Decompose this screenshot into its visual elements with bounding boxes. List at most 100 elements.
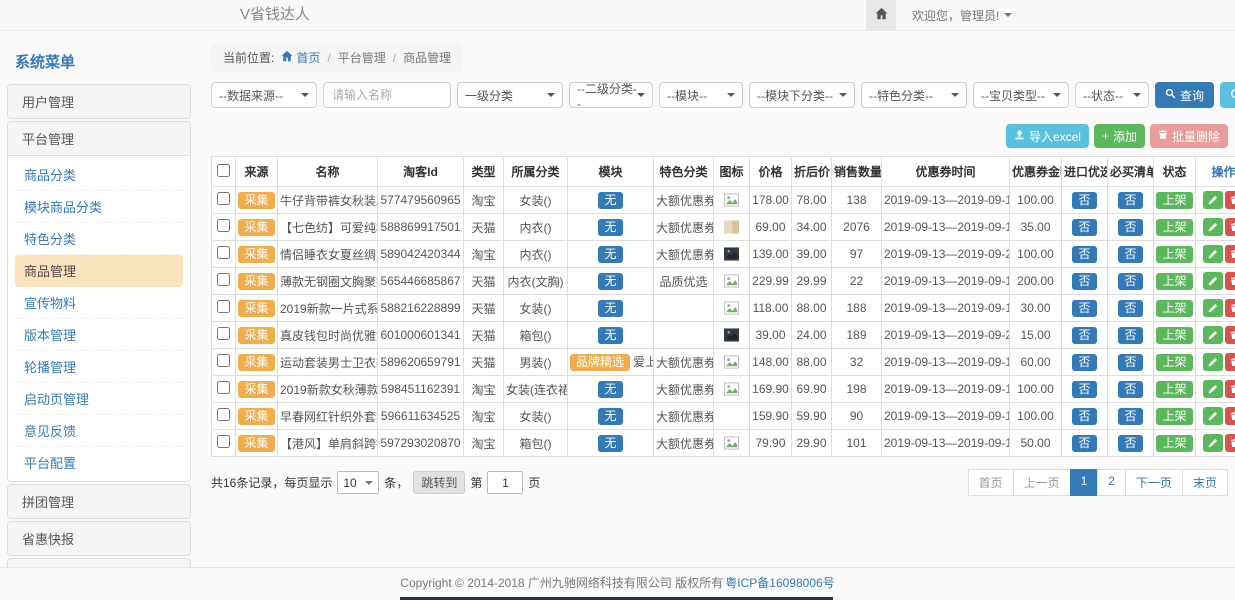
must-buy-badge[interactable]: 否 — [1118, 273, 1142, 290]
must-buy-badge[interactable]: 否 — [1118, 219, 1142, 236]
filter-select-2[interactable]: 一级分类 — [457, 82, 563, 108]
must-buy-badge[interactable]: 否 — [1118, 408, 1142, 425]
must-buy-badge[interactable]: 否 — [1118, 300, 1142, 317]
delete-button[interactable] — [1225, 218, 1235, 236]
reset-button[interactable]: 重置 — [1220, 82, 1235, 108]
filter-select-4[interactable]: --模块-- — [659, 82, 743, 108]
delete-button[interactable] — [1225, 245, 1235, 263]
breadcrumb-item[interactable]: 商品管理 — [403, 49, 451, 66]
breadcrumb-item[interactable]: 平台管理 — [338, 49, 386, 66]
edit-button[interactable] — [1203, 434, 1223, 452]
row-checkbox[interactable] — [217, 381, 230, 394]
sidebar-subitem[interactable]: 特色分类 — [15, 223, 183, 255]
pager-2[interactable]: 2 — [1097, 469, 1126, 496]
import-badge[interactable]: 否 — [1072, 327, 1096, 344]
edit-button[interactable] — [1203, 245, 1223, 263]
sidebar-subitem[interactable]: 启动页管理 — [15, 383, 183, 415]
row-checkbox[interactable] — [217, 192, 230, 205]
import-excel-button[interactable]: 导入excel — [1006, 124, 1089, 148]
status-badge[interactable]: 上架 — [1156, 408, 1192, 425]
status-badge[interactable]: 上架 — [1156, 327, 1192, 344]
row-checkbox[interactable] — [217, 219, 230, 232]
sidebar-item-1[interactable]: 平台管理 — [8, 122, 190, 155]
search-button[interactable]: 查询 — [1155, 82, 1214, 108]
edit-button[interactable] — [1203, 272, 1223, 290]
row-checkbox[interactable] — [217, 273, 230, 286]
row-checkbox[interactable] — [217, 300, 230, 313]
sidebar-subitem[interactable]: 轮播管理 — [15, 351, 183, 383]
delete-button[interactable] — [1225, 434, 1235, 452]
filter-select-3[interactable]: --二级分类-- — [569, 82, 653, 108]
sidebar-subitem[interactable]: 商品分类 — [15, 159, 183, 191]
edit-button[interactable] — [1203, 380, 1223, 398]
delete-button[interactable] — [1225, 407, 1235, 425]
sidebar-subitem[interactable]: 商品管理 — [15, 255, 183, 287]
edit-button[interactable] — [1203, 407, 1223, 425]
import-badge[interactable]: 否 — [1072, 192, 1096, 209]
user-menu[interactable]: 欢迎您，管理员! — [912, 7, 1012, 24]
sidebar-subitem[interactable]: 平台配置 — [15, 447, 183, 478]
delete-button[interactable] — [1225, 272, 1235, 290]
icp-link[interactable]: 粤ICP备16098006号 — [725, 574, 834, 591]
delete-button[interactable] — [1225, 299, 1235, 317]
import-badge[interactable]: 否 — [1072, 435, 1096, 452]
status-badge[interactable]: 上架 — [1156, 300, 1192, 317]
import-badge[interactable]: 否 — [1072, 381, 1096, 398]
must-buy-badge[interactable]: 否 — [1118, 192, 1142, 209]
must-buy-badge[interactable]: 否 — [1118, 381, 1142, 398]
status-badge[interactable]: 上架 — [1156, 435, 1192, 452]
filter-select-0[interactable]: --数据来源-- — [211, 82, 317, 108]
import-badge[interactable]: 否 — [1072, 408, 1096, 425]
status-badge[interactable]: 上架 — [1156, 381, 1192, 398]
sidebar-item-2[interactable]: 拼团管理 — [8, 485, 190, 518]
row-checkbox[interactable] — [217, 408, 230, 421]
edit-button[interactable] — [1203, 299, 1223, 317]
row-checkbox[interactable] — [217, 354, 230, 367]
pager-首页[interactable]: 首页 — [968, 469, 1014, 496]
status-badge[interactable]: 上架 — [1156, 192, 1192, 209]
filter-select-8[interactable]: --状态-- — [1075, 82, 1149, 108]
must-buy-badge[interactable]: 否 — [1118, 246, 1142, 263]
pager-下一页[interactable]: 下一页 — [1125, 469, 1183, 496]
edit-button[interactable] — [1203, 326, 1223, 344]
must-buy-badge[interactable]: 否 — [1118, 354, 1142, 371]
select-all-checkbox[interactable] — [217, 164, 230, 177]
per-page-select[interactable]: 10 — [337, 471, 379, 494]
status-badge[interactable]: 上架 — [1156, 273, 1192, 290]
edit-button[interactable] — [1203, 353, 1223, 371]
jump-button[interactable]: 跳转到 — [413, 471, 465, 494]
sidebar-item-3[interactable]: 省惠快报 — [8, 522, 190, 555]
sidebar-item-0[interactable]: 用户管理 — [8, 85, 190, 118]
import-badge[interactable]: 否 — [1072, 354, 1096, 371]
name-search-input[interactable] — [323, 82, 451, 108]
must-buy-badge[interactable]: 否 — [1118, 327, 1142, 344]
must-buy-badge[interactable]: 否 — [1118, 435, 1142, 452]
filter-select-7[interactable]: --宝贝类型-- — [973, 82, 1069, 108]
status-badge[interactable]: 上架 — [1156, 219, 1192, 236]
delete-button[interactable] — [1225, 353, 1235, 371]
row-checkbox[interactable] — [217, 246, 230, 259]
row-checkbox[interactable] — [217, 327, 230, 340]
row-checkbox[interactable] — [217, 435, 230, 448]
delete-button[interactable] — [1225, 326, 1235, 344]
add-button[interactable]: + 添加 — [1094, 124, 1145, 148]
edit-button[interactable] — [1203, 191, 1223, 209]
sidebar-subitem[interactable]: 意见反馈 — [15, 415, 183, 447]
pager-1[interactable]: 1 — [1070, 469, 1099, 496]
filter-select-5[interactable]: --模块下分类-- — [749, 82, 855, 108]
breadcrumb-home-link[interactable]: 首页 — [281, 49, 320, 66]
edit-button[interactable] — [1203, 218, 1223, 236]
sidebar-subitem[interactable]: 模块商品分类 — [15, 191, 183, 223]
status-badge[interactable]: 上架 — [1156, 246, 1192, 263]
delete-button[interactable] — [1225, 380, 1235, 398]
filter-select-6[interactable]: --特色分类-- — [861, 82, 967, 108]
import-badge[interactable]: 否 — [1072, 273, 1096, 290]
sidebar-subitem[interactable]: 宣传物料 — [15, 287, 183, 319]
import-badge[interactable]: 否 — [1072, 300, 1096, 317]
home-button[interactable] — [866, 0, 896, 30]
sidebar-subitem[interactable]: 版本管理 — [15, 319, 183, 351]
batch-delete-button[interactable]: 批量删除 — [1150, 124, 1228, 148]
pager-上一页[interactable]: 上一页 — [1013, 469, 1071, 496]
status-badge[interactable]: 上架 — [1156, 354, 1192, 371]
import-badge[interactable]: 否 — [1072, 246, 1096, 263]
